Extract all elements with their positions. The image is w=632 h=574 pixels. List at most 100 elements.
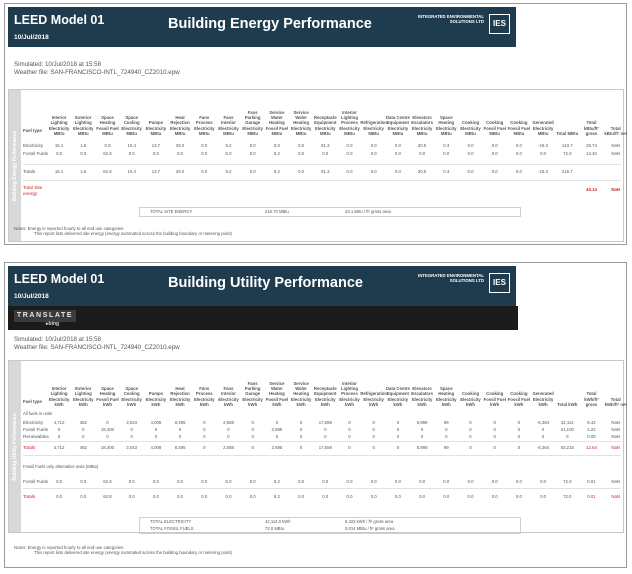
- table-cell: 0.3: [443, 169, 450, 174]
- table-cell: 99: [443, 420, 449, 425]
- column-header: Total kWh/ft² net: [604, 396, 627, 407]
- table-cell: 0: [299, 427, 303, 432]
- table-cell: 2,688: [223, 420, 234, 425]
- table-cell: 0: [348, 420, 351, 425]
- table-cell: 0: [324, 434, 327, 439]
- column-header: Pumps Electricity kWh: [145, 391, 167, 407]
- table-cell: 2,695: [271, 427, 283, 432]
- column-header: Fans Interior Electricity kWh: [218, 386, 239, 407]
- report-title: Building Energy Performance: [168, 16, 372, 32]
- table-cell: 2,688: [223, 445, 234, 450]
- table-cell: 0.0: [177, 479, 184, 484]
- table-cell: 62.8: [103, 151, 112, 156]
- side-label: Building Utility Performance: [9, 361, 21, 532]
- column-header: Cooking Fossil Fuel kWh: [483, 391, 506, 407]
- translate-bar: TRANSLATE ▸bing: [8, 306, 518, 330]
- table-cell: 9.2: [273, 169, 280, 174]
- table-cell: 8,495: [174, 445, 186, 450]
- table-cell: 0.0: [201, 479, 208, 484]
- table-cell: 4,712: [53, 420, 65, 425]
- table-cell: 0.0: [128, 479, 135, 484]
- table-cell: 0.0: [515, 143, 522, 148]
- table-cell: NaN: [611, 143, 620, 148]
- table-cell: 81.3: [321, 169, 330, 174]
- column-header: Heat Rejection Electricity kWh: [169, 386, 191, 407]
- table-cell: 0.0: [515, 494, 522, 499]
- table-cell: 0.0: [201, 143, 208, 148]
- table-cell: 0.0: [394, 479, 401, 484]
- row-label: Electricity: [23, 420, 44, 425]
- table-cell: 0.0: [104, 143, 111, 148]
- section-label: All fuels in units: [23, 411, 53, 416]
- translate-button[interactable]: TRANSLATE: [14, 310, 76, 322]
- row-label: Totals: [23, 445, 36, 450]
- table-cell: 0: [372, 427, 375, 432]
- table-cell: 4,712: [53, 445, 65, 450]
- total-site-energy-area: 43.1 kBtu / ft² gross area: [345, 209, 391, 214]
- table-cell: 0: [445, 434, 448, 439]
- energy-table: Building Energy Performance Fuel type Int…: [8, 89, 627, 242]
- column-header: Space Cooling Electricity kWh: [121, 386, 142, 407]
- table-cell: 0: [517, 420, 521, 425]
- table-cell: 8,495: [174, 420, 186, 425]
- table-cell: 0.0: [370, 494, 377, 499]
- energy-performance-report: LEED Model 01 10/Jul/2018 Building Energ…: [4, 3, 627, 245]
- total-fossil-label: TOTAL FOSSIL FUELS: [150, 526, 194, 531]
- table-cell: NaN: [611, 479, 620, 484]
- table-cell: 0.0: [491, 169, 498, 174]
- total-site-energy-value: 215.70 MBtu: [265, 209, 289, 214]
- table-cell: 0.0: [443, 479, 450, 484]
- table-cell: 0.0: [394, 143, 401, 148]
- table-cell: 0.0: [370, 169, 377, 174]
- table-cell: 0: [493, 427, 496, 432]
- table-cell: 72.0: [563, 151, 572, 156]
- table-cell: 62.8: [103, 169, 112, 174]
- divider: [23, 488, 621, 489]
- table-cell: 0: [420, 434, 424, 439]
- table-cell: 0.0: [370, 479, 377, 484]
- table-cell: 0: [251, 434, 254, 439]
- weather-file: Weather file: SAN-FRANCISCO-INTL_724940_…: [14, 68, 180, 76]
- table-cell: 0.0: [298, 494, 305, 499]
- table-cell: 0.0: [152, 151, 159, 156]
- table-cell: 0.0: [249, 169, 256, 174]
- column-header: Fuel type: [23, 128, 42, 133]
- table-cell: 9.2: [273, 151, 280, 156]
- table-cell: 5,998: [416, 420, 428, 425]
- notes-label: Notes:: [14, 545, 27, 550]
- table-cell: 0.0: [56, 479, 63, 484]
- column-header: Interior Lighting Electricity kWh: [48, 386, 70, 407]
- table-cell: 0.0: [177, 494, 184, 499]
- column-header: Cooking Electricity kWh: [460, 391, 481, 407]
- company-name: INTEGRATED ENVIRONMENTAL SOLUTIONS LTD: [418, 14, 484, 25]
- table-cell: 63,215: [560, 445, 574, 450]
- ies-logo: IES: [489, 273, 510, 293]
- column-header: Heat Rejection Electricity MBtu: [169, 115, 191, 136]
- note-2: This report lists delivered site energy …: [34, 231, 232, 237]
- column-header: Exterior Lighting Electricity MBtu: [73, 115, 94, 136]
- table-cell: 16.1: [54, 143, 64, 148]
- ies-logo: IES: [489, 14, 510, 34]
- model-name: LEED Model 01: [14, 13, 105, 27]
- table-cell: 0.0: [128, 494, 135, 499]
- table-cell: 0.0: [322, 494, 329, 499]
- column-header: Fans Process Electricity kWh: [194, 386, 215, 407]
- table-cell: 0: [275, 434, 279, 439]
- table-cell: 0.0: [322, 151, 329, 156]
- table-cell: 0.0: [346, 494, 353, 499]
- column-header: Interior Lighting Process Electricity kW…: [339, 380, 360, 407]
- column-header: Space Heating Electricity MBtu: [436, 115, 457, 136]
- utility-performance-report: LEED Model 01 10/Jul/2018 Building Utili…: [4, 262, 627, 568]
- table-cell: 8.42: [587, 420, 596, 425]
- simulation-info: Simulated: 10/Jul/2018 at 15:58 Weather …: [14, 336, 180, 351]
- table-cell: 0.0: [249, 479, 256, 484]
- total-site-label: Total Site energy: [23, 185, 43, 196]
- table-cell: 0: [203, 434, 206, 439]
- table-cell: 20.5: [417, 143, 427, 148]
- table-cell: NaN: [611, 445, 620, 450]
- table-cell: 3,043: [126, 420, 138, 425]
- total-electricity-area: 8.423 kWh / ft² gross area: [345, 519, 394, 524]
- column-header: Elevators Escalators Electricity MBtu: [411, 115, 433, 136]
- column-header: Service Water Heating Fossil Fuel MBtu: [265, 109, 289, 136]
- row-label: Electricity: [23, 143, 44, 148]
